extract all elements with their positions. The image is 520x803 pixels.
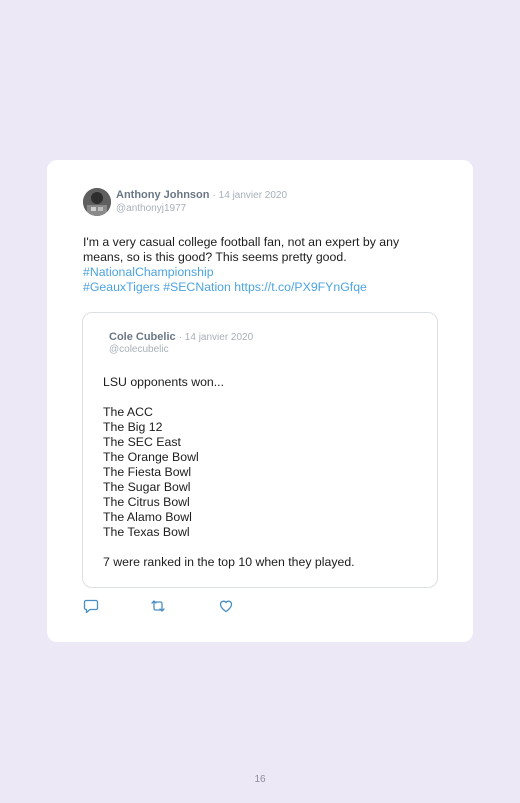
quoted-text-line: The Citrus Bowl (103, 495, 190, 509)
quoted-text-line: The Big 12 (103, 420, 163, 434)
quoted-text-line (103, 390, 423, 405)
quoted-tweet[interactable]: Cole Cubelic · 14 janvier 2020 @colecube… (82, 312, 438, 588)
quoted-text-line: 7 were ranked in the top 10 when they pl… (103, 555, 355, 569)
like-button[interactable] (218, 598, 234, 614)
tweet-date: · 14 janvier 2020 (212, 190, 288, 201)
tweet-card: Anthony Johnson · 14 janvier 2020 @antho… (47, 160, 473, 642)
author-handle[interactable]: @anthonyj1977 (116, 203, 186, 214)
hashtag-link[interactable]: #GeauxTigers #SECNation https://t.co/PX9… (83, 280, 443, 295)
quoted-text-line (103, 540, 423, 555)
hashtag-link[interactable]: #NationalChampionship (83, 265, 443, 280)
quoted-text: LSU opponents won... The ACC The Big 12 … (103, 375, 423, 570)
quoted-text-line: The Sugar Bowl (103, 480, 191, 494)
avatar[interactable] (83, 188, 111, 216)
tweet-text: I'm a very casual college football fan, … (83, 235, 443, 295)
quoted-text-line: LSU opponents won... (103, 375, 224, 389)
quoted-author-name-text: Cole Cubelic (109, 331, 176, 343)
quoted-date: · 14 janvier 2020 (178, 332, 254, 343)
quoted-text-line: The Alamo Bowl (103, 510, 192, 524)
like-icon (219, 600, 233, 613)
tweet-actions (83, 598, 283, 614)
quoted-text-line: The ACC (103, 405, 153, 419)
author-name[interactable]: Anthony Johnson · 14 janvier 2020 (116, 189, 287, 201)
page-number: 16 (254, 774, 266, 785)
reply-icon (83, 599, 99, 614)
quoted-text-line: The Orange Bowl (103, 450, 199, 464)
retweet-icon (151, 600, 165, 612)
quoted-text-line: The Fiesta Bowl (103, 465, 192, 479)
quoted-text-line: The Texas Bowl (103, 525, 190, 539)
tweet-text-line: I'm a very casual college football fan, … (83, 235, 400, 249)
quoted-author-handle[interactable]: @colecubelic (109, 344, 169, 355)
author-name-text: Anthony Johnson (116, 189, 210, 201)
quoted-text-line: The SEC East (103, 435, 181, 449)
quoted-author-name[interactable]: Cole Cubelic · 14 janvier 2020 (109, 331, 253, 343)
retweet-button[interactable] (150, 598, 166, 614)
reply-button[interactable] (83, 598, 99, 614)
tweet-text-line: means, so is this good? This seems prett… (83, 250, 347, 264)
